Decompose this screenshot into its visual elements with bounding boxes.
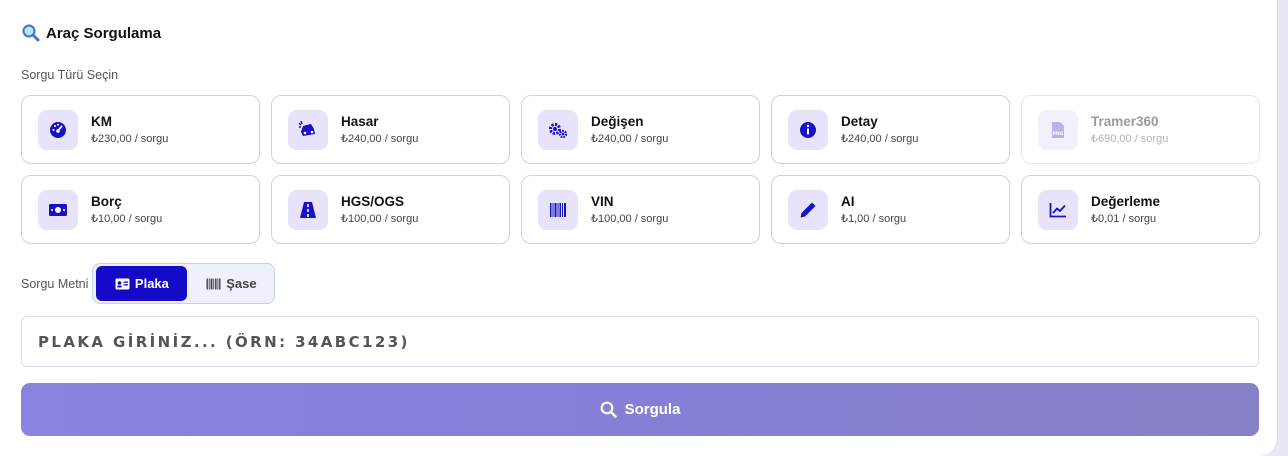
mode-sase-button[interactable]: Şase [191,266,271,301]
submit-query-button[interactable]: Sorgula [21,383,1259,436]
query-option-name: Hasar [341,114,379,129]
query-option-ai[interactable]: AI ₺1,00 / sorgu [771,175,1010,244]
query-text-label: Sorgu Metni [21,276,89,291]
query-option-name: Detay [841,114,878,129]
query-option-price: ₺690,00 / sorgu [1091,133,1169,145]
query-mode-toggle: Plaka Şase [92,263,276,304]
query-option-name: AI [841,194,855,209]
query-option-degisen[interactable]: Değişen ₺240,00 / sorgu [521,95,760,164]
query-option-tramer360[interactable]: PNG Tramer360 ₺690,00 / sorgu [1021,95,1260,164]
query-option-name: Borç [91,194,122,209]
query-option-price: ₺100,00 / sorgu [341,213,419,225]
query-option-name: Tramer360 [1091,114,1159,129]
query-option-name: Değişen [591,114,644,129]
svg-text:PNG: PNG [1053,131,1064,137]
page-title: Araç Sorgulama [46,24,162,42]
mode-sase-label: Şase [226,276,257,291]
mode-plaka-button[interactable]: Plaka [96,266,188,301]
query-option-price: ₺230,00 / sorgu [91,133,169,145]
query-option-hgs-ogs[interactable]: HGS/OGS ₺100,00 / sorgu [271,175,510,244]
query-option-detay[interactable]: Detay ₺240,00 / sorgu [771,95,1010,164]
header: Araç Sorgulama [22,22,161,44]
road-icon [288,189,328,230]
vehicle-query-card: Araç Sorgulama Sorgu Türü Seçin KM ₺230,… [0,0,1278,456]
pen-icon [788,189,828,230]
mode-plaka-label: Plaka [134,276,169,291]
png-file-icon: PNG [1038,109,1078,150]
query-option-vin[interactable]: VIN ₺100,00 / sorgu [521,175,760,244]
gears-icon [538,109,578,150]
query-type-grid: KM ₺230,00 / sorgu Hasar ₺240,00 / sorgu… [21,95,1260,244]
query-option-degerleme[interactable]: Değerleme ₺0,01 / sorgu [1021,175,1260,244]
barcode-icon [206,278,221,290]
query-option-hasar[interactable]: Hasar ₺240,00 / sorgu [271,95,510,164]
submit-label: Sorgula [624,401,681,418]
barcode-icon [538,189,578,230]
plate-input-wrapper [21,316,1259,367]
query-option-price: ₺10,00 / sorgu [91,213,163,225]
query-option-price: ₺240,00 / sorgu [591,133,669,145]
plate-input[interactable] [22,317,1258,366]
gauge-icon [38,109,78,150]
query-option-name: KM [91,114,112,129]
query-option-price: ₺240,00 / sorgu [341,133,419,145]
query-option-borc[interactable]: Borç ₺10,00 / sorgu [21,175,260,244]
query-option-name: VIN [591,194,614,209]
info-circle-icon [788,109,828,150]
query-option-price: ₺100,00 / sorgu [591,213,669,225]
car-crash-icon [288,109,328,150]
id-card-icon [115,278,130,290]
query-option-price: ₺240,00 / sorgu [841,133,919,145]
query-option-name: Değerleme [1091,194,1161,209]
search-icon [600,401,617,418]
query-text-row: Sorgu Metni Plaka Şase [21,262,276,305]
magnifier-emoji-icon [22,24,40,42]
query-option-price: ₺1,00 / sorgu [841,213,907,225]
query-option-name: HGS/OGS [341,194,405,209]
query-option-km[interactable]: KM ₺230,00 / sorgu [21,95,260,164]
query-option-price: ₺0,01 / sorgu [1091,213,1157,225]
money-bill-icon [38,189,78,230]
line-chart-icon [1038,189,1078,230]
query-type-label: Sorgu Türü Seçin [21,68,119,82]
